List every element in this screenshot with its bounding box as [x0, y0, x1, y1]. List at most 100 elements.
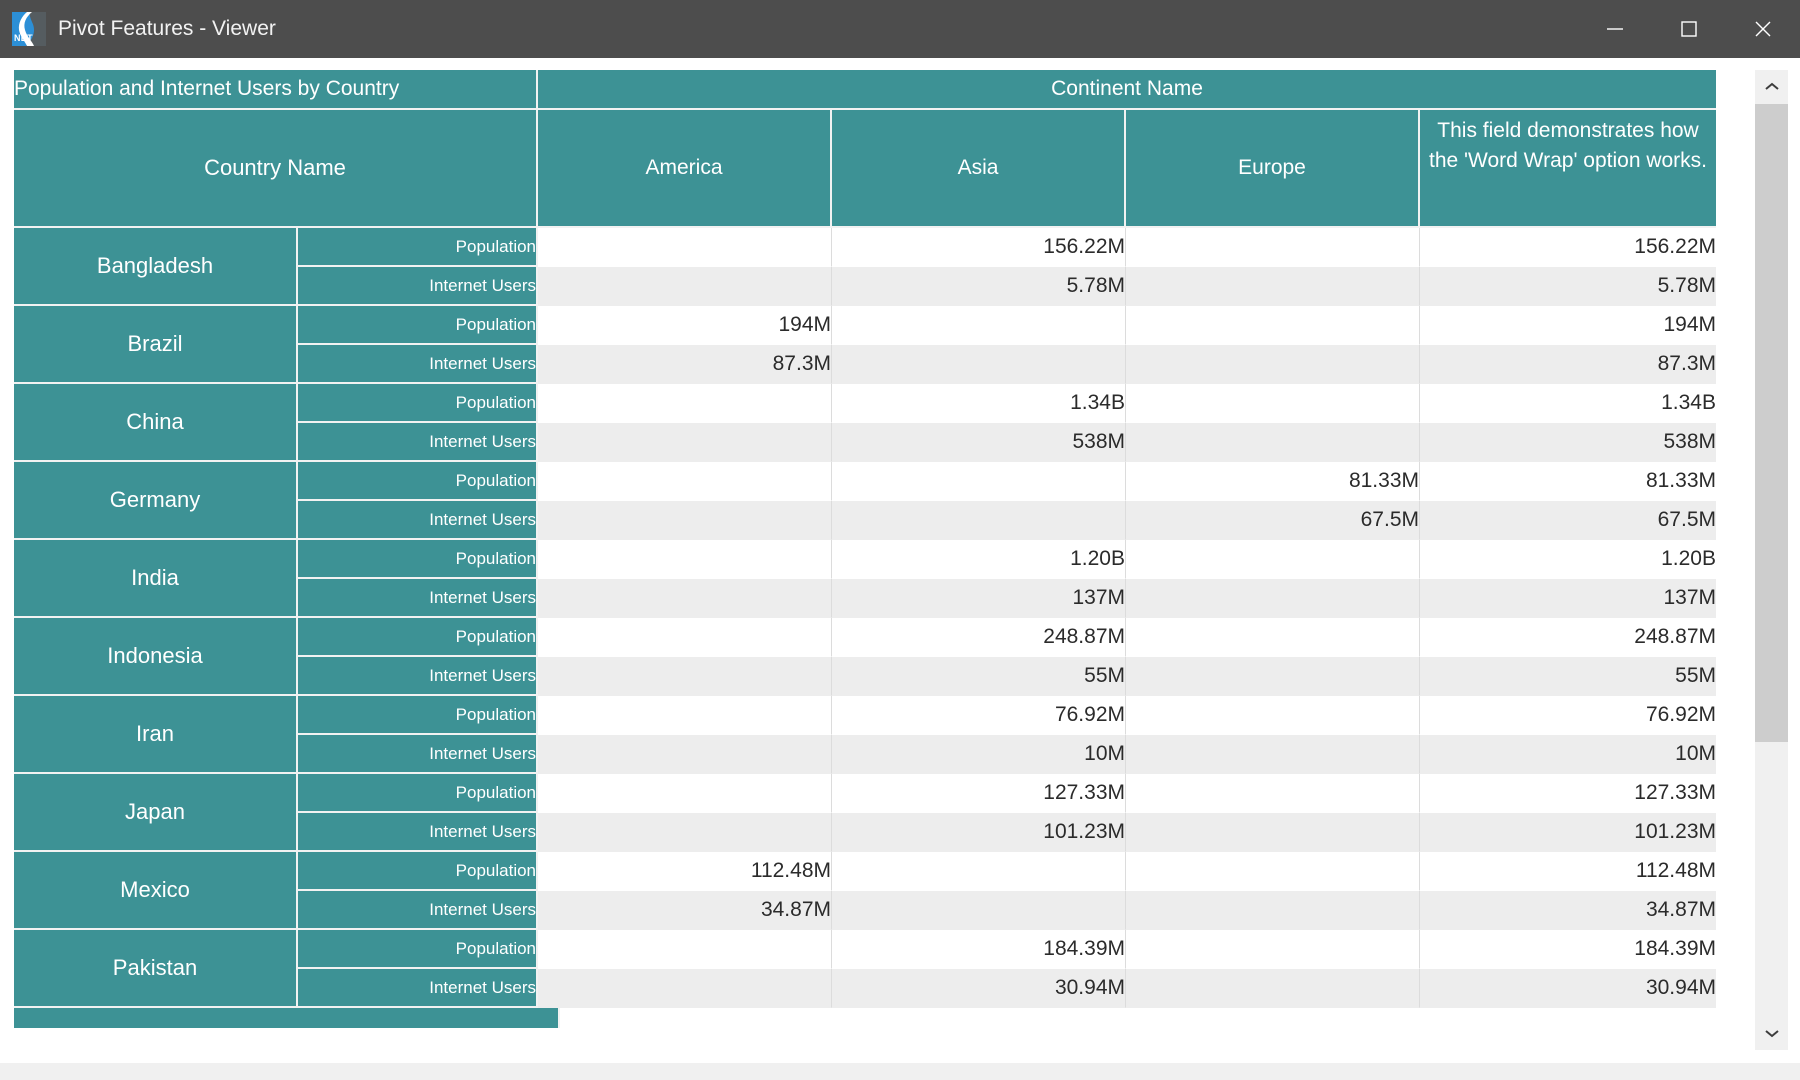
pivot-data-row[interactable]: Bangladesh Population 156.22M 156.22M [14, 228, 1716, 306]
row-header-country[interactable]: China [14, 384, 298, 462]
column-header-america[interactable]: America [538, 110, 832, 228]
pivot-data-cell[interactable]: 34.87M [538, 891, 832, 930]
vertical-scrollbar-track[interactable] [1755, 104, 1788, 1016]
vertical-scrollbar[interactable] [1754, 70, 1788, 1050]
pivot-data-cell[interactable]: 156.22M [832, 228, 1126, 267]
pivot-data-cell[interactable] [1126, 969, 1420, 1008]
row-header-measure[interactable]: Population [298, 930, 538, 969]
pivot-data-cell[interactable] [1126, 930, 1420, 969]
row-header-measure[interactable]: Population [298, 774, 538, 813]
pivot-data-cell[interactable] [1126, 228, 1420, 267]
pivot-data-cell[interactable] [538, 540, 832, 579]
row-header-measure[interactable]: Internet Users [298, 891, 538, 930]
pivot-data-cell[interactable]: 248.87M [832, 618, 1126, 657]
pivot-data-cell[interactable] [538, 267, 832, 306]
row-header-measure[interactable]: Population [298, 462, 538, 501]
pivot-data-cell[interactable]: 127.33M [832, 774, 1126, 813]
pivot-data-row[interactable]: Germany Population 81.33M 81.33M [14, 462, 1716, 540]
pivot-data-cell[interactable] [832, 852, 1126, 891]
row-header-measure[interactable]: Population [298, 618, 538, 657]
pivot-data-cell[interactable]: 5.78M [832, 267, 1126, 306]
column-header-asia[interactable]: Asia [832, 110, 1126, 228]
row-header-country[interactable]: Indonesia [14, 618, 298, 696]
pivot-data-cell[interactable]: 1.34B [832, 384, 1126, 423]
row-header-measure[interactable]: Internet Users [298, 969, 538, 1008]
pivot-data-cell[interactable]: 67.5M [1420, 501, 1716, 540]
pivot-data-cell[interactable] [832, 306, 1126, 345]
row-header-measure[interactable]: Population [298, 852, 538, 891]
pivot-data-cell[interactable] [1126, 657, 1420, 696]
row-header-measure[interactable]: Population [298, 384, 538, 423]
pivot-data-cell[interactable]: 76.92M [832, 696, 1126, 735]
chevron-up-icon[interactable] [1755, 70, 1788, 104]
pivot-data-cell[interactable]: 1.20B [1420, 540, 1716, 579]
row-header-measure[interactable]: Internet Users [298, 501, 538, 540]
pivot-data-cell[interactable] [1126, 735, 1420, 774]
pivot-data-cell[interactable]: 67.5M [1126, 501, 1420, 540]
pivot-data-cell[interactable] [538, 579, 832, 618]
pivot-data-cell[interactable] [1126, 696, 1420, 735]
pivot-data-cell[interactable]: 81.33M [1126, 462, 1420, 501]
pivot-data-cell[interactable]: 87.3M [1420, 345, 1716, 384]
pivot-data-cell[interactable] [538, 813, 832, 852]
pivot-data-cell[interactable]: 112.48M [538, 852, 832, 891]
row-header-measure[interactable]: Internet Users [298, 423, 538, 462]
row-header-measure[interactable]: Population [298, 696, 538, 735]
pivot-data-cell[interactable]: 538M [1420, 423, 1716, 462]
pivot-grid-viewport[interactable]: Population and Internet Users by Country… [14, 70, 1748, 1050]
pivot-data-cell[interactable] [538, 423, 832, 462]
row-header-country[interactable]: Pakistan [14, 930, 298, 1008]
pivot-data-cell[interactable] [1126, 774, 1420, 813]
pivot-data-cell[interactable]: 112.48M [1420, 852, 1716, 891]
pivot-data-cell[interactable] [1126, 345, 1420, 384]
row-header-measure[interactable]: Internet Users [298, 579, 538, 618]
pivot-data-cell[interactable] [832, 891, 1126, 930]
pivot-data-cell[interactable] [832, 462, 1126, 501]
row-header-country[interactable]: Japan [14, 774, 298, 852]
pivot-data-cell[interactable]: 137M [832, 579, 1126, 618]
pivot-data-cell[interactable]: 137M [1420, 579, 1716, 618]
row-header-measure[interactable]: Internet Users [298, 657, 538, 696]
row-header-measure[interactable]: Internet Users [298, 813, 538, 852]
minimize-button[interactable] [1578, 0, 1652, 58]
pivot-data-cell[interactable] [1126, 813, 1420, 852]
close-button[interactable] [1726, 0, 1800, 58]
pivot-data-cell[interactable] [538, 657, 832, 696]
row-header-country[interactable]: Mexico [14, 852, 298, 930]
pivot-data-cell[interactable] [832, 501, 1126, 540]
pivot-data-row[interactable]: Pakistan Population 184.39M 184.39M [14, 930, 1716, 1008]
row-header-country[interactable]: Brazil [14, 306, 298, 384]
pivot-data-cell[interactable]: 538M [832, 423, 1126, 462]
row-header-country[interactable]: Germany [14, 462, 298, 540]
pivot-data-cell[interactable] [538, 462, 832, 501]
pivot-data-cell[interactable] [832, 345, 1126, 384]
chevron-down-icon[interactable] [1755, 1016, 1788, 1050]
pivot-data-cell[interactable] [1126, 891, 1420, 930]
pivot-data-cell[interactable] [538, 501, 832, 540]
pivot-data-row[interactable]: Japan Population 127.33M 127.33M [14, 774, 1716, 852]
pivot-data-row[interactable]: India Population 1.20B 1.20B [14, 540, 1716, 618]
column-header-europe[interactable]: Europe [1126, 110, 1420, 228]
pivot-data-cell[interactable]: 194M [538, 306, 832, 345]
pivot-data-cell[interactable]: 156.22M [1420, 228, 1716, 267]
pivot-data-row[interactable]: China Population 1.34B 1.34B [14, 384, 1716, 462]
pivot-data-cell[interactable] [1126, 579, 1420, 618]
pivot-data-cell[interactable]: 1.20B [832, 540, 1126, 579]
pivot-data-cell[interactable] [1126, 423, 1420, 462]
pivot-data-cell[interactable]: 87.3M [538, 345, 832, 384]
row-header-measure[interactable]: Internet Users [298, 735, 538, 774]
column-header-wordwrap-demo[interactable]: This field demonstrates how the 'Word Wr… [1420, 110, 1716, 228]
pivot-data-cell[interactable] [1126, 852, 1420, 891]
pivot-data-cell[interactable]: 127.33M [1420, 774, 1716, 813]
pivot-data-cell[interactable] [1126, 267, 1420, 306]
column-field-header[interactable]: Continent Name [538, 70, 1716, 110]
pivot-data-cell[interactable] [538, 228, 832, 267]
pivot-data-cell[interactable] [538, 696, 832, 735]
pivot-data-cell[interactable]: 248.87M [1420, 618, 1716, 657]
pivot-data-cell[interactable] [1126, 306, 1420, 345]
vertical-scrollbar-thumb[interactable] [1755, 104, 1788, 742]
pivot-data-cell[interactable]: 1.34B [1420, 384, 1716, 423]
pivot-data-cell[interactable] [538, 930, 832, 969]
pivot-data-row[interactable]: Mexico Population 112.48M 112.48M [14, 852, 1716, 930]
pivot-data-cell[interactable] [538, 384, 832, 423]
